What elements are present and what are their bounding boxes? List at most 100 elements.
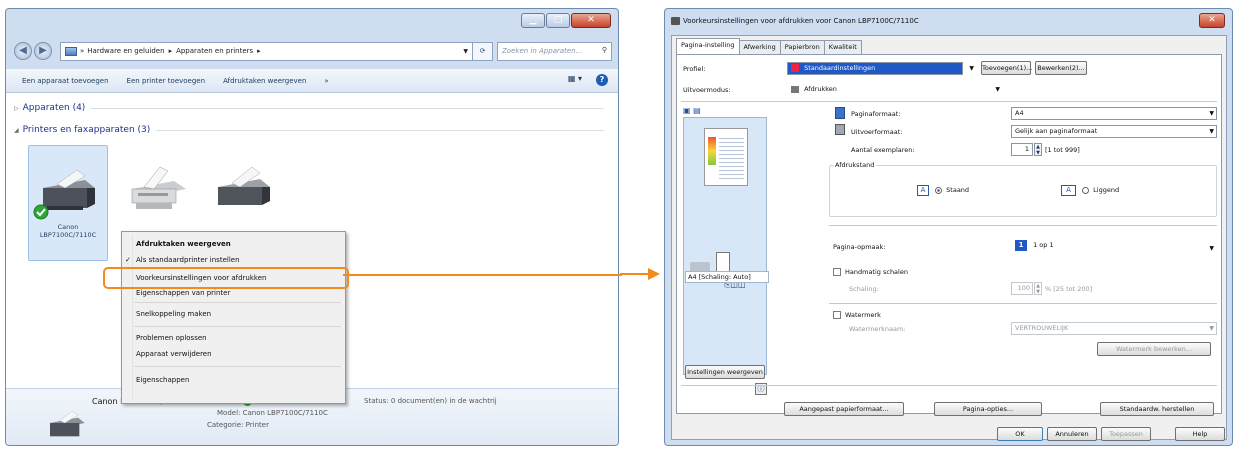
watermark-select[interactable]: VERTROUWELIJK ▼ — [1011, 322, 1217, 335]
preview-page — [704, 128, 748, 186]
dialog-title: Voorkeursinstellingen voor afdrukken voo… — [683, 17, 919, 25]
add-device-button[interactable]: Een apparaat toevoegen — [22, 77, 109, 85]
details-model: Model: Canon LBP7100C/7110C — [217, 409, 328, 417]
fax-icon — [131, 166, 186, 209]
back-button[interactable]: ◀ — [14, 42, 32, 60]
profile-select[interactable]: Standaardinstellingen ▼ — [787, 62, 974, 75]
search-icon: ⚲ — [601, 45, 607, 54]
breadcrumb-separator: ▸ — [168, 47, 173, 55]
edit-watermark-button[interactable]: Watermerk bewerken... — [1097, 342, 1211, 356]
view-options-icon[interactable]: ▦ ▾ — [568, 74, 582, 86]
dropdown-icon: ▼ — [1209, 128, 1214, 135]
printing-preferences-window: Voorkeursinstellingen voor afdrukken voo… — [664, 8, 1233, 446]
portrait-icon: A — [917, 185, 929, 196]
print-preview: ⎘◫◫ — [683, 117, 767, 375]
help-button[interactable]: Help — [1175, 427, 1225, 441]
printer-label: Canon LBP7100C/7110C — [39, 223, 97, 239]
orientation-group — [829, 165, 1217, 217]
print-icon — [791, 85, 799, 93]
page-size-select[interactable]: A4 ▼ — [1011, 107, 1217, 120]
address-bar-row: ◀ ▶ » Hardware en geluiden ▸ Apparaten e… — [14, 40, 612, 62]
see-print-jobs-button[interactable]: Afdruktaken weergeven — [223, 77, 306, 85]
page-layout-select[interactable]: 1 1 op 1 ▼ — [1011, 236, 1217, 254]
page-layout-value: 1 op 1 — [1033, 241, 1054, 249]
watermark-name-label: Watermerknaam: — [849, 325, 906, 333]
landscape-icon: A — [1061, 185, 1076, 196]
landscape-radio[interactable] — [1082, 186, 1090, 194]
page-setup-panel: Profiel: Standaardinstellingen ▼ Toevoeg… — [676, 54, 1222, 414]
close-button[interactable]: ✕ — [571, 13, 611, 28]
add-profile-button[interactable]: Toevoegen(1)... — [981, 61, 1032, 75]
ok-button[interactable]: OK — [997, 427, 1043, 441]
tab-quality[interactable]: Kwaliteit — [823, 40, 862, 54]
menu-remove-device[interactable]: Apparaat verwijderen — [136, 346, 212, 362]
refresh-button[interactable]: ⟳ — [473, 41, 493, 61]
edit-profile-button[interactable]: Bewerken(2)... — [1035, 61, 1087, 75]
page-size-label: Paginaformaat: — [851, 110, 901, 118]
default-check-icon — [33, 204, 49, 220]
restore-defaults-button[interactable]: Standaardw. herstellen — [1100, 402, 1214, 416]
copies-input[interactable]: 1 — [1011, 143, 1033, 156]
apply-button[interactable]: Toepassen — [1101, 427, 1151, 441]
printer-canon-lbp7100c[interactable]: Canon LBP7100C/7110C — [28, 145, 108, 261]
highlight-frame — [103, 267, 349, 289]
preview-mode-icons[interactable]: ▣ ▤ — [683, 106, 701, 115]
scaling-input[interactable]: 100 — [1011, 282, 1033, 295]
menu-troubleshoot[interactable]: Problemen oplossen — [136, 330, 207, 346]
tab-paper-source[interactable]: Papierbron — [779, 40, 825, 54]
orientation-label: Afdrukstand — [833, 161, 877, 169]
breadcrumb-devices-printers[interactable]: Apparaten en printers — [176, 47, 253, 55]
manual-scaling-checkbox[interactable] — [833, 268, 841, 276]
copies-spinner[interactable]: ▲ ▼ — [1034, 143, 1042, 156]
maximize-button[interactable]: □ — [546, 13, 570, 28]
output-size-value: Gelijk aan paginaformaat — [1015, 127, 1098, 135]
printer-thumbnail-icon — [50, 410, 85, 437]
profile-label: Profiel: — [683, 65, 706, 73]
dialog-body: Pagina-instelling Afwerking Papierbron K… — [671, 35, 1227, 440]
address-dropdown-icon[interactable]: ▼ — [463, 48, 468, 55]
cancel-button[interactable]: Annuleren — [1047, 427, 1097, 441]
printer-small-icon — [671, 17, 680, 25]
minimize-button[interactable]: ▁ — [521, 13, 545, 28]
group-printers[interactable]: ◢ Printers en faxapparaten (3) — [14, 125, 604, 135]
watermark-checkbox[interactable] — [833, 311, 841, 319]
add-printer-button[interactable]: Een printer toevoegen — [127, 77, 206, 85]
menu-check-icon: ✓ — [125, 256, 131, 264]
address-bar[interactable]: » Hardware en geluiden ▸ Apparaten en pr… — [60, 41, 473, 61]
search-input[interactable]: Zoeken in Apparaten... ⚲ — [497, 41, 612, 61]
portrait-option[interactable]: A Staand — [917, 185, 969, 196]
pointer-line — [343, 274, 622, 276]
expand-arrow-icon: ▷ — [14, 104, 19, 112]
context-menu: Afdruktaken weergeven ✓ Als standaardpri… — [121, 231, 346, 404]
scaling-range: % [25 tot 200] — [1045, 285, 1093, 293]
custom-paper-size-button[interactable]: Aangepast papierformaat... — [784, 402, 904, 416]
scaling-spinner[interactable]: ▲ ▼ — [1034, 282, 1042, 295]
output-size-select[interactable]: Gelijk aan paginaformaat ▼ — [1011, 125, 1217, 138]
portrait-label: Staand — [946, 186, 970, 194]
view-settings-button[interactable]: Instellingen weergeven — [685, 365, 765, 379]
page-size-value: A4 — [1015, 109, 1024, 117]
tab-finishing[interactable]: Afwerking — [738, 40, 781, 54]
group-devices[interactable]: ▷ Apparaten (4) — [14, 103, 604, 113]
menu-see-print-jobs[interactable]: Afdruktaken weergeven — [136, 236, 231, 252]
copies-label: Aantal exemplaren: — [851, 146, 915, 154]
details-category: Categorie: Printer — [207, 421, 269, 429]
menu-set-default[interactable]: Als standaardprinter instellen — [136, 252, 240, 268]
menu-create-shortcut[interactable]: Snelkoppeling maken — [136, 306, 211, 322]
help-icon[interactable]: ? — [596, 74, 608, 86]
dropdown-icon: ▼ — [1209, 110, 1214, 117]
portrait-radio[interactable] — [935, 186, 943, 194]
breadcrumb-separator: ▸ — [257, 47, 261, 55]
forward-button[interactable]: ▶ — [34, 42, 52, 60]
copies-range: [1 tot 999] — [1045, 146, 1080, 154]
landscape-option[interactable]: A Liggend — [1061, 185, 1119, 196]
menu-properties[interactable]: Eigenschappen — [136, 372, 189, 388]
page-options-button[interactable]: Pagina-opties... — [934, 402, 1042, 416]
output-size-icon — [835, 124, 845, 135]
preview-caption: A4 [Schaling: Auto] — [685, 271, 769, 283]
tab-page-setup[interactable]: Pagina-instelling — [676, 38, 740, 54]
output-mode-select[interactable]: Afdrukken ▼ — [787, 83, 1003, 96]
dialog-close-button[interactable]: ✕ — [1199, 13, 1225, 28]
breadcrumb-hardware[interactable]: Hardware en geluiden — [87, 47, 164, 55]
more-commands-button[interactable]: » — [324, 77, 328, 85]
